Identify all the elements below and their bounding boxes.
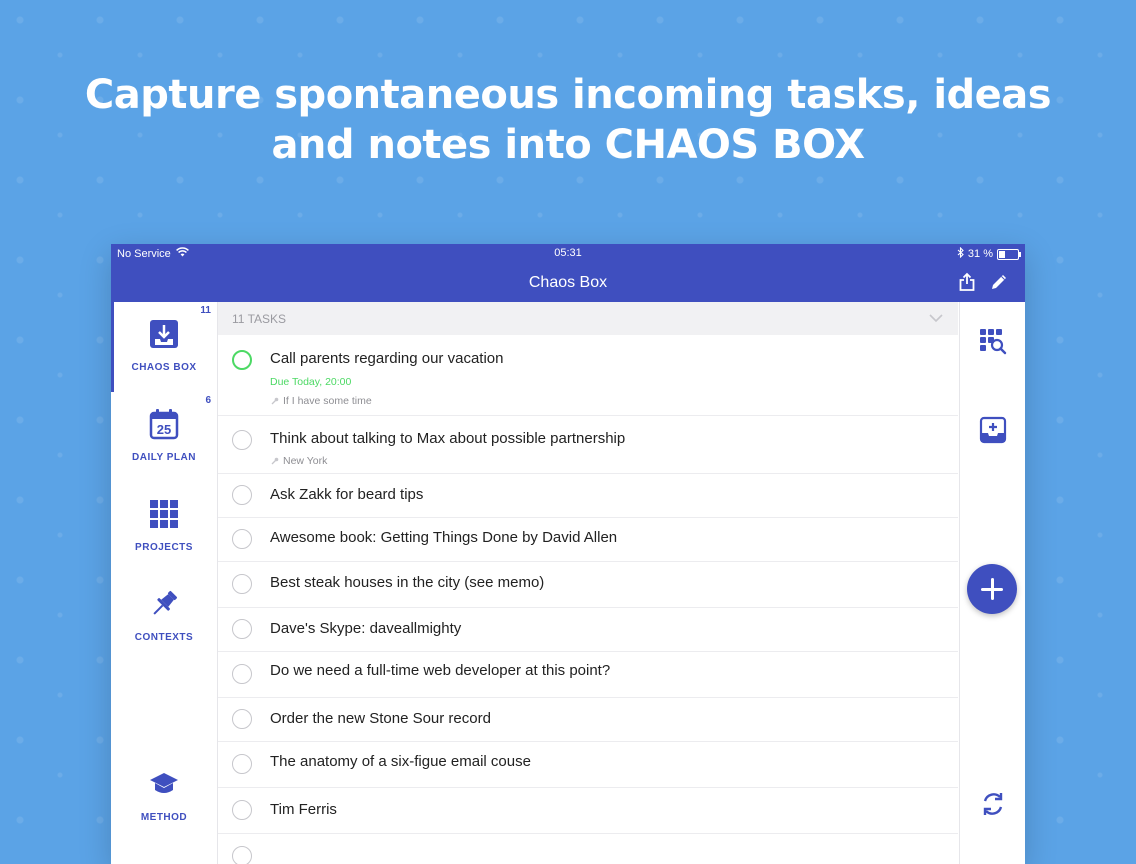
task-checkbox[interactable] <box>232 430 252 450</box>
task-checkbox[interactable] <box>232 846 252 864</box>
task-title: Dave's Skype: daveallmighty <box>270 620 462 637</box>
task-title: Call parents regarding our vacation <box>270 350 504 367</box>
task-row[interactable]: Do we need a full-time web developer at … <box>218 651 958 698</box>
headline: Capture spontaneous incoming tasks, idea… <box>0 70 1136 170</box>
battery-percent: 31 % <box>967 248 993 260</box>
task-row-partial[interactable] <box>218 833 958 864</box>
task-checkbox[interactable] <box>232 800 252 820</box>
task-context: New York <box>270 455 327 467</box>
pin-icon <box>270 457 279 466</box>
task-title: Ask Zakk for beard tips <box>270 486 424 503</box>
task-checkbox[interactable] <box>232 664 252 684</box>
task-row[interactable]: Think about talking to Max about possibl… <box>218 415 958 474</box>
sidebar-label-chaos-box: CHAOS BOX <box>131 362 197 373</box>
task-checkbox[interactable] <box>232 754 252 774</box>
task-context-label: New York <box>283 455 328 467</box>
task-checkbox[interactable] <box>232 709 252 729</box>
task-row[interactable]: Tim Ferris <box>218 787 958 834</box>
right-action-bar <box>959 302 1025 864</box>
task-title: Do we need a full-time web developer at … <box>270 662 611 679</box>
add-task-button[interactable] <box>967 564 1017 614</box>
task-checkbox[interactable] <box>232 485 252 505</box>
sidebar-label-contexts: CONTEXTS <box>134 632 194 643</box>
headline-line-2: and notes into CHAOS BOX <box>0 120 1136 170</box>
headline-line-2-prefix: and notes into <box>271 122 605 168</box>
pin-icon <box>270 397 279 406</box>
sidebar-item-method[interactable]: METHOD <box>111 752 217 842</box>
sidebar-label-method: METHOD <box>140 812 188 823</box>
bluetooth-icon <box>957 246 964 261</box>
status-right: 31 % <box>957 246 1021 261</box>
nav-title: Chaos Box <box>528 274 608 291</box>
task-checkbox[interactable] <box>232 529 252 549</box>
ipad-screen: No Service 05:31 31 % Chaos Box 11 CHAOS… <box>111 244 1025 864</box>
task-list-panel: 11 TASKS Call parents regarding our vaca… <box>218 302 958 864</box>
chevron-down-icon[interactable] <box>928 310 944 326</box>
task-row[interactable]: Best steak houses in the city (see memo) <box>218 561 958 608</box>
graduation-cap-icon <box>148 768 180 800</box>
grid-icon <box>148 498 180 530</box>
task-checkbox[interactable] <box>232 619 252 639</box>
task-title: Order the new Stone Sour record <box>270 710 491 727</box>
status-time: 05:31 <box>554 247 582 259</box>
task-title: Think about talking to Max about possibl… <box>270 430 626 447</box>
task-context-label: If I have some time <box>283 395 372 407</box>
edit-pencil-icon[interactable] <box>989 272 1009 292</box>
task-row[interactable]: Awesome book: Getting Things Done by Dav… <box>218 517 958 562</box>
sidebar-label-projects: PROJECTS <box>135 542 193 553</box>
calendar-day-number: 25 <box>157 422 171 437</box>
nav-actions <box>957 272 1009 292</box>
task-checkbox[interactable] <box>232 574 252 594</box>
battery-icon <box>997 248 1021 260</box>
add-to-inbox-icon[interactable] <box>979 416 1007 444</box>
sidebar-item-projects[interactable]: PROJECTS <box>111 482 217 572</box>
sidebar-label-daily-plan: DAILY PLAN <box>132 452 196 463</box>
task-title: Best steak houses in the city (see memo) <box>270 574 545 591</box>
sidebar-item-contexts[interactable]: CONTEXTS <box>111 572 217 662</box>
inbox-download-icon <box>148 318 180 350</box>
task-count: 11 TASKS <box>232 312 287 326</box>
sidebar: 11 CHAOS BOX 6 25 DAILY PLAN PROJECTS CO… <box>111 302 218 864</box>
task-checkbox[interactable] <box>232 350 252 370</box>
headline-line-1: Capture spontaneous incoming tasks, idea… <box>84 72 1052 118</box>
task-row[interactable]: Call parents regarding our vacation Due … <box>218 335 958 416</box>
chaos-box-count: 11 <box>200 305 211 316</box>
sidebar-item-daily-plan[interactable]: 6 25 DAILY PLAN <box>111 392 217 482</box>
task-row[interactable]: The anatomy of a six-figue email couse <box>218 741 958 788</box>
task-title: Awesome book: Getting Things Done by Dav… <box>270 529 618 546</box>
task-row[interactable]: Order the new Stone Sour record <box>218 697 958 742</box>
task-due-date: Due Today, 20:00 <box>270 376 352 388</box>
pushpin-icon <box>148 588 180 620</box>
task-context: If I have some time <box>270 395 372 407</box>
calendar-icon: 25 <box>148 408 180 440</box>
nav-bar: Chaos Box <box>111 264 1025 302</box>
daily-plan-count: 6 <box>205 395 211 406</box>
status-bar: No Service 05:31 31 % <box>111 244 1025 264</box>
task-title: The anatomy of a six-figue email couse <box>270 753 531 770</box>
task-title: Tim Ferris <box>270 801 337 818</box>
grid-search-icon[interactable] <box>979 328 1007 356</box>
task-list-header: 11 TASKS <box>218 302 958 335</box>
sync-icon[interactable] <box>979 790 1007 818</box>
task-row[interactable]: Dave's Skype: daveallmighty <box>218 607 958 652</box>
task-row[interactable]: Ask Zakk for beard tips <box>218 473 958 518</box>
share-icon[interactable] <box>957 272 977 292</box>
headline-line-2-strong: CHAOS BOX <box>604 122 865 168</box>
sidebar-item-chaos-box[interactable]: 11 CHAOS BOX <box>111 302 217 392</box>
